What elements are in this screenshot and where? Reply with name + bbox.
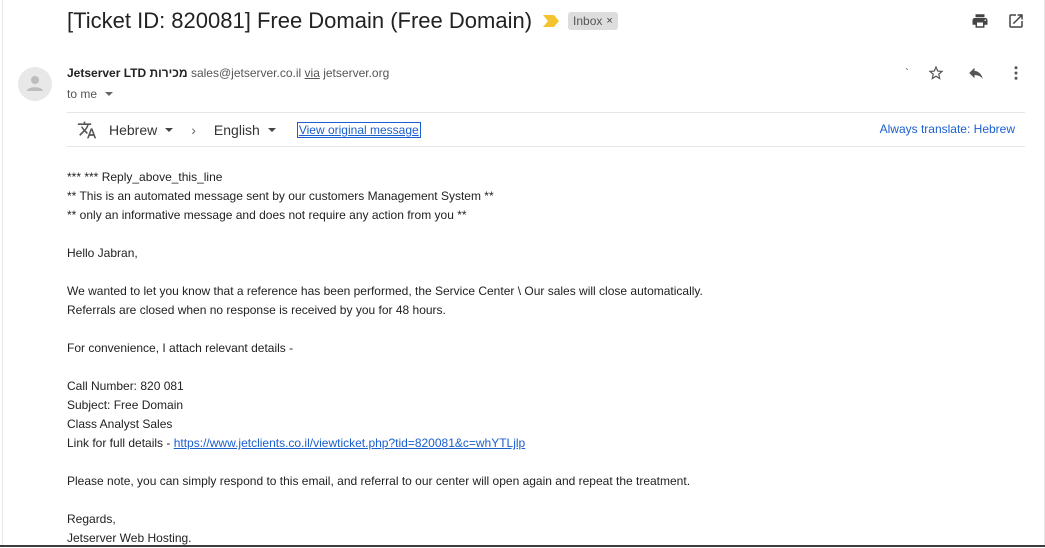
inbox-label-text: Inbox (573, 14, 603, 28)
message-actions: ` (905, 64, 1025, 82)
target-language-select[interactable]: English (214, 122, 276, 138)
always-translate-link[interactable]: Always translate: Hebrew (880, 122, 1015, 136)
via-link[interactable]: via (305, 66, 320, 80)
source-language-select[interactable]: Hebrew (109, 121, 174, 138)
body-line: We wanted to let you know that a referen… (67, 284, 703, 298)
sender-name[interactable]: Jetserver LTD מכירות (67, 66, 188, 80)
chevron-right-icon: › (191, 121, 196, 138)
tick-mark: ` (905, 66, 909, 80)
sender-via: via jetserver.org (305, 66, 390, 80)
message-body: *** *** Reply_above_this_line ** This is… (67, 168, 703, 548)
star-icon[interactable] (927, 64, 945, 82)
body-line: ** This is an automated message sent by … (67, 189, 494, 203)
more-vertical-icon[interactable] (1007, 64, 1025, 82)
sender-avatar-icon[interactable] (18, 67, 52, 101)
call-number: Call Number: 820 081 (67, 379, 184, 393)
window-left-edge (2, 0, 3, 547)
top-toolbar (971, 12, 1025, 30)
ticket-details-link[interactable]: https://www.jetclients.co.il/viewticket.… (174, 436, 526, 450)
recipient-details-toggle[interactable]: to me (67, 87, 114, 101)
target-language-label: English (213, 121, 260, 138)
details-line: Link for full details - https://www.jetc… (67, 434, 703, 453)
view-original-message-link[interactable]: View original message (296, 121, 421, 138)
open-in-new-window-icon[interactable] (1007, 12, 1025, 30)
body-line: Referrals are closed when no response is… (67, 303, 446, 317)
inbox-label-chip: Inbox × (568, 12, 618, 30)
print-icon[interactable] (971, 12, 989, 30)
importance-marker-icon[interactable] (542, 14, 560, 28)
recipient-text: to me (67, 87, 98, 101)
via-domain: jetserver.org (323, 66, 390, 80)
sign-off: Regards, (67, 512, 116, 526)
sender-email: sales@jetserver.co.il (190, 66, 302, 80)
ticket-subject: Subject: Free Domain (67, 398, 184, 412)
email-subject: [Ticket ID: 820081] Free Domain (Free Do… (67, 8, 533, 33)
sender-line: Jetserver LTD מכירות sales@jetserver.co.… (67, 66, 389, 80)
translate-controls: Hebrew › English View original message (77, 113, 421, 146)
translate-icon (77, 120, 97, 140)
ticket-class: Class Analyst Sales (67, 417, 173, 431)
source-language-label: Hebrew (109, 121, 158, 138)
details-label: Link for full details - (67, 436, 174, 450)
body-line: *** *** Reply_above_this_line (67, 170, 223, 184)
chevron-down-icon (165, 127, 174, 132)
body-line: ** only an informative message and does … (67, 208, 467, 222)
greeting: Hello Jabran, (67, 246, 138, 260)
chevron-down-icon[interactable] (105, 92, 114, 96)
translate-bar: Hebrew › English View original message A… (67, 112, 1025, 147)
reply-icon[interactable] (967, 64, 985, 82)
chevron-down-icon (267, 127, 276, 132)
body-line: Please note, you can simply respond to t… (67, 474, 691, 488)
subject-row: [Ticket ID: 820081] Free Domain (Free Do… (67, 8, 618, 34)
body-line: For convenience, I attach relevant detai… (67, 341, 294, 355)
remove-label-icon[interactable]: × (606, 15, 612, 27)
